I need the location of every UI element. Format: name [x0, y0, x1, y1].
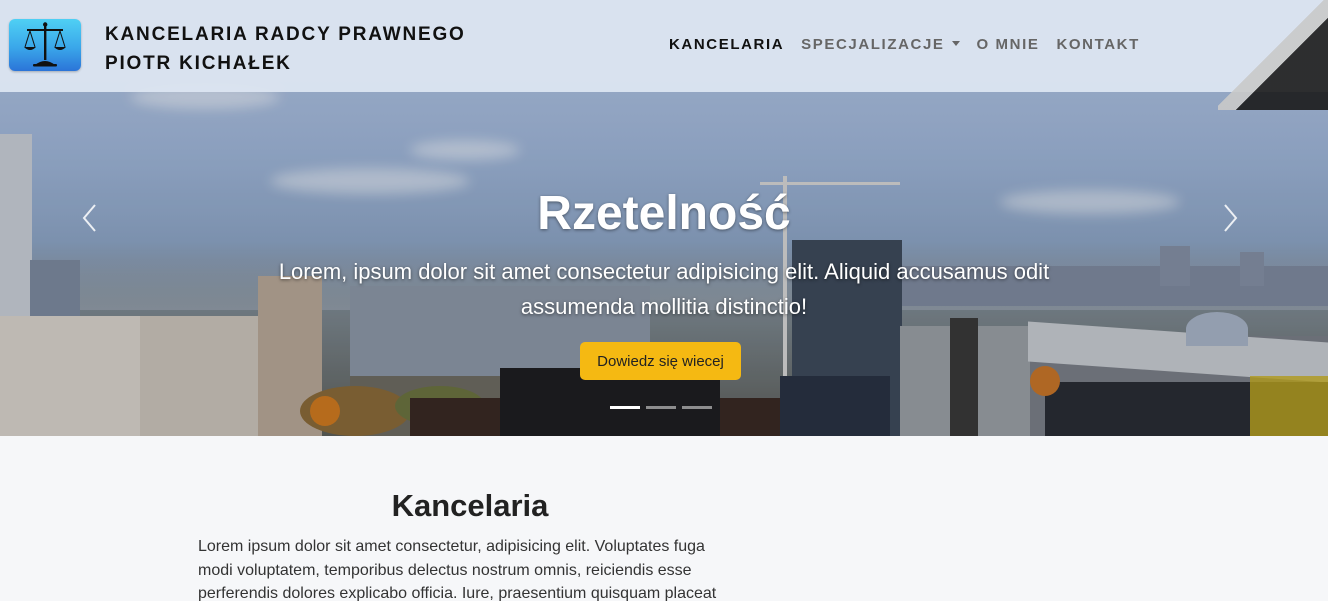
logo[interactable]: [9, 19, 81, 71]
carousel-indicators: [610, 406, 712, 409]
nav-item-kancelaria[interactable]: KANCELARIA: [669, 36, 784, 53]
learn-more-button[interactable]: Dowiedz się wiecej: [580, 342, 741, 380]
caret-down-icon: [951, 41, 960, 46]
chevron-left-icon: [82, 204, 96, 232]
carousel-indicator[interactable]: [646, 406, 676, 409]
nav-item-o-mnie[interactable]: O MNIE: [977, 36, 1040, 53]
slide-text: Lorem, ipsum dolor sit amet consectetur …: [278, 259, 1050, 319]
scales-of-justice-icon: [24, 22, 66, 67]
carousel-indicator[interactable]: [682, 406, 712, 409]
nav-item-label: SPECJALIZACJE: [801, 36, 945, 53]
brand-line-2: PIOTR KICHAŁEK: [105, 53, 292, 74]
navbar-corner-decoration: [1218, 0, 1328, 110]
carousel-prev-button[interactable]: [70, 196, 110, 240]
nav-item-kontakt[interactable]: KONTAKT: [1056, 36, 1139, 53]
carousel-indicator[interactable]: [610, 406, 640, 409]
navbar: KANCELARIA RADCY PRAWNEGO PIOTR KICHAŁEK…: [0, 0, 1328, 110]
slide-title: Rzetelność: [537, 187, 791, 240]
nav-item-specjalizacje[interactable]: SPECJALIZACJE: [801, 36, 960, 53]
brand-line-1: KANCELARIA RADCY PRAWNEGO: [105, 24, 466, 45]
chevron-right-icon: [1224, 204, 1238, 232]
section-title: Kancelaria: [391, 488, 549, 523]
main-nav: KANCELARIA SPECJALIZACJE O MNIE KONTAKT: [669, 36, 1157, 53]
carousel-next-button[interactable]: [1210, 196, 1250, 240]
section-text: Lorem ipsum dolor sit amet consectetur, …: [198, 538, 717, 601]
brand-name[interactable]: KANCELARIA RADCY PRAWNEGO PIOTR KICHAŁEK: [105, 20, 466, 78]
